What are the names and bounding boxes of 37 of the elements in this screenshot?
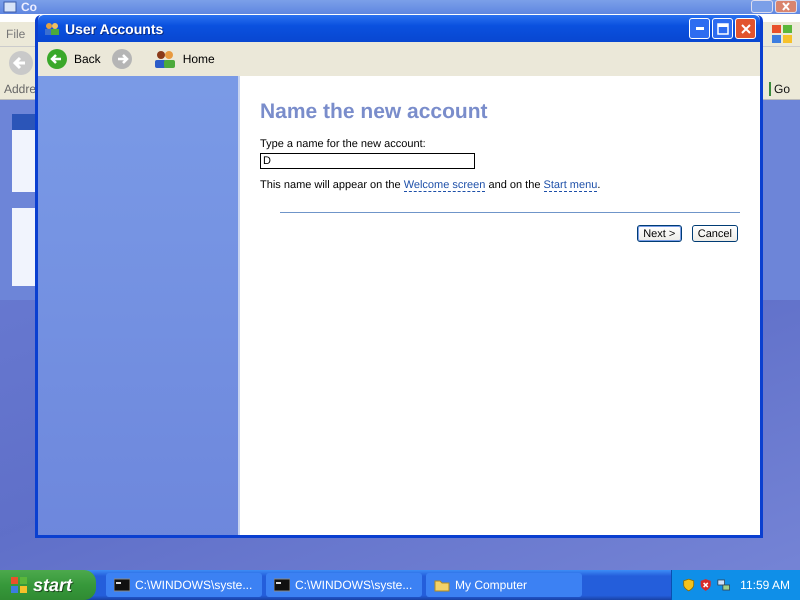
close-button[interactable] — [775, 0, 797, 13]
name-field[interactable]: D — [260, 153, 475, 169]
clock: 11:59 AM — [740, 578, 790, 592]
maximize-button[interactable] — [712, 18, 733, 39]
maximize-icon — [716, 22, 728, 34]
taskbar-button[interactable]: C:\WINDOWS\syste... — [266, 573, 422, 597]
go-button[interactable]: Go — [768, 82, 790, 96]
hint-text: This name will appear on the Welcome screen and on the Start menu. — [260, 179, 600, 191]
windows-logo-icon — [770, 23, 794, 46]
shield-icon[interactable] — [682, 577, 696, 593]
start-button[interactable]: start — [0, 570, 96, 600]
link[interactable]: Start menu — [544, 179, 598, 192]
window-title: User Accounts — [65, 20, 164, 36]
field-label: Type a name for the new account: — [260, 138, 426, 150]
next-button[interactable]: Next > — [636, 225, 682, 242]
taskbar-button[interactable]: C:\WINDOWS\syste... — [106, 573, 262, 597]
address-label: Addre — [4, 82, 36, 96]
window-title: Co — [21, 0, 37, 14]
cancel-button[interactable]: Cancel — [692, 225, 738, 242]
network-icon[interactable] — [716, 577, 730, 593]
restore-button[interactable] — [751, 0, 773, 13]
page-heading: Name the new account — [260, 100, 488, 124]
console-icon — [274, 578, 290, 592]
users-icon — [44, 20, 60, 36]
home-button[interactable]: Home — [148, 49, 219, 69]
back-button[interactable]: Back — [42, 48, 105, 70]
console-icon — [114, 578, 130, 592]
windows-logo-icon — [10, 576, 28, 594]
menu-item[interactable]: File — [6, 27, 26, 42]
users-icon — [152, 49, 177, 69]
error-shield-icon[interactable] — [699, 577, 713, 593]
taskbar-button[interactable]: My Computer — [426, 573, 582, 597]
close-icon — [781, 2, 791, 11]
close-icon — [740, 22, 752, 34]
link[interactable]: Welcome screen — [404, 179, 486, 192]
minimize-icon — [696, 26, 704, 30]
minimize-button[interactable] — [689, 18, 710, 39]
